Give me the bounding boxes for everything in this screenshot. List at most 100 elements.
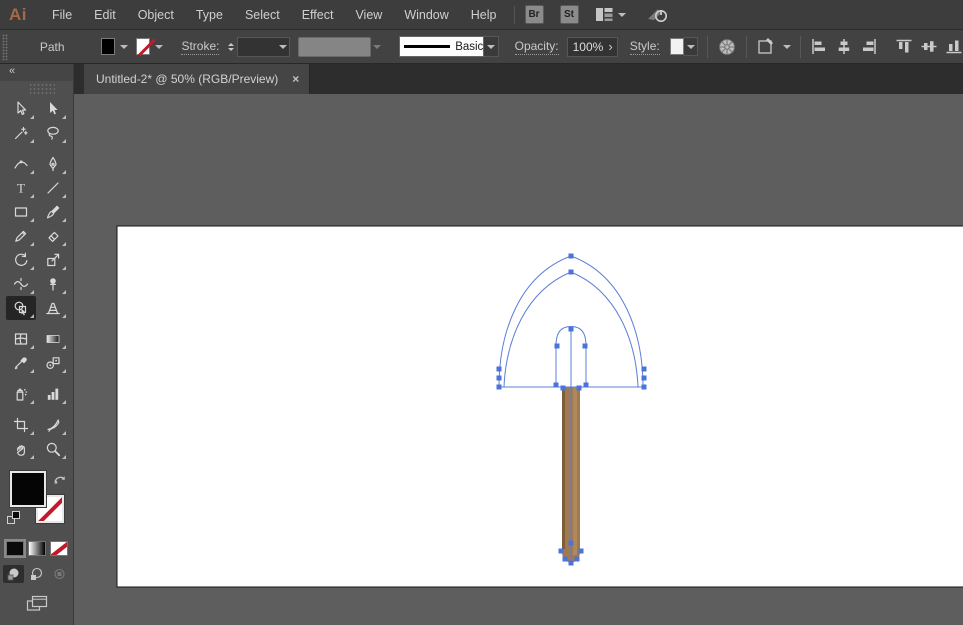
color-button[interactable] <box>3 539 26 558</box>
tool-selection[interactable] <box>6 97 36 121</box>
artboard[interactable] <box>116 225 963 588</box>
none-button[interactable] <box>49 541 68 556</box>
tool-paintbrush[interactable] <box>38 200 68 224</box>
horizontal-align-left-icon[interactable] <box>810 38 828 55</box>
tool-width[interactable] <box>6 272 36 296</box>
shape-properties-icon <box>758 37 774 54</box>
tool-symbol-sprayer[interactable] <box>6 382 36 406</box>
align-buttons <box>810 38 963 55</box>
rotate-tool-icon <box>14 252 27 266</box>
tool-mesh[interactable] <box>6 327 36 351</box>
vertical-align-bottom-icon[interactable] <box>945 38 963 55</box>
menu-select[interactable]: Select <box>234 0 291 30</box>
document-tab[interactable]: Untitled-2* @ 50% (RGB/Preview) × <box>84 64 311 94</box>
paintbrush-tool-icon <box>46 205 59 219</box>
style-label[interactable]: Style: <box>629 39 660 55</box>
document-tab-title: Untitled-2* @ 50% (RGB/Preview) <box>96 72 279 86</box>
tool-puppet-warp[interactable] <box>38 272 68 296</box>
stroke-color-swatch[interactable] <box>135 38 151 55</box>
shape-builder-tool-icon <box>14 301 26 316</box>
stroke-weight-combo[interactable] <box>237 36 290 57</box>
bridge-button[interactable]: Br <box>524 5 544 24</box>
tool-eraser[interactable] <box>38 224 68 248</box>
tool-rotate[interactable] <box>6 248 36 272</box>
style-dropdown-button[interactable] <box>684 37 699 56</box>
gradient-button[interactable] <box>27 541 46 556</box>
tool-eyedropper[interactable] <box>6 351 36 375</box>
menu-window[interactable]: Window <box>393 0 459 30</box>
brush-name: Basic <box>455 40 484 53</box>
rectangle-tool-icon <box>14 207 27 217</box>
tool-type[interactable]: T <box>6 176 36 200</box>
artboard-tool-icon <box>13 417 28 433</box>
stroke-weight-stepper[interactable] <box>228 40 235 54</box>
tool-artboard[interactable] <box>6 413 36 437</box>
fill-color-dropdown[interactable] <box>115 38 128 55</box>
tool-zoom[interactable] <box>38 437 68 461</box>
tool-shaper[interactable] <box>6 224 36 248</box>
tool-shape-builder[interactable] <box>5 296 36 320</box>
menu-help[interactable]: Help <box>460 0 508 30</box>
tab-close-button[interactable]: × <box>292 72 299 86</box>
curvature-tool-icon <box>13 160 28 169</box>
workspace-switcher[interactable] <box>595 7 626 22</box>
tool-gradient[interactable] <box>38 327 68 351</box>
fill-color-swatch[interactable] <box>100 38 115 55</box>
tool-scale[interactable] <box>38 248 68 272</box>
draw-inside-icon <box>54 568 65 580</box>
brush-definition-field[interactable]: Basic <box>399 36 485 57</box>
svg-text:T: T <box>17 181 25 196</box>
change-screen-mode-button[interactable] <box>26 595 73 617</box>
vertical-align-center-icon[interactable] <box>920 38 938 55</box>
tool-slice[interactable] <box>38 413 68 437</box>
opacity-label[interactable]: Opacity: <box>514 39 559 55</box>
style-swatch[interactable] <box>669 38 685 55</box>
tool-curvature[interactable] <box>6 152 36 176</box>
mesh-tool-icon <box>14 333 27 345</box>
tool-group-gap <box>6 375 68 382</box>
stroke-weight-label[interactable]: Stroke: <box>181 39 220 55</box>
tool-line-segment[interactable] <box>38 176 68 200</box>
draw-normal-button[interactable] <box>3 565 24 583</box>
opacity-slider-arrow[interactable]: › <box>608 39 616 54</box>
tool-lasso[interactable] <box>38 121 68 145</box>
magic-wand-tool-icon <box>14 126 28 140</box>
gradient-tool-icon <box>46 335 59 343</box>
tool-direct-selection[interactable] <box>38 97 68 121</box>
recolor-artwork-button[interactable] <box>717 37 737 57</box>
horizontal-align-right-icon[interactable] <box>860 38 878 55</box>
opacity-field[interactable]: 100% › <box>566 36 618 57</box>
menu-separator <box>513 5 515 24</box>
tools-panel-gripper[interactable] <box>30 83 55 95</box>
opacity-value: 100% <box>572 39 604 54</box>
draw-inside-button[interactable] <box>49 565 70 583</box>
tool-column-graph[interactable] <box>38 382 68 406</box>
brush-dropdown-button[interactable] <box>484 36 499 57</box>
menu-object[interactable]: Object <box>127 0 185 30</box>
gpu-performance[interactable] <box>646 6 670 24</box>
menu-edit[interactable]: Edit <box>83 0 127 30</box>
control-bar-gripper[interactable] <box>2 33 8 60</box>
menu-view[interactable]: View <box>344 0 393 30</box>
horizontal-align-center-icon[interactable] <box>835 38 853 55</box>
fill-proxy-black[interactable] <box>9 470 47 508</box>
menu-file[interactable]: File <box>41 0 83 30</box>
shape-properties-button[interactable] <box>756 37 792 57</box>
canvas-area[interactable] <box>74 94 963 625</box>
stock-button[interactable]: St <box>559 5 579 24</box>
vertical-align-top-icon[interactable] <box>895 38 913 55</box>
tool-rectangle[interactable] <box>6 200 36 224</box>
menu-effect[interactable]: Effect <box>291 0 345 30</box>
tool-magic-wand[interactable] <box>6 121 36 145</box>
chevron-down-icon <box>119 44 128 53</box>
menu-type[interactable]: Type <box>185 0 234 30</box>
default-fill-stroke-icon[interactable] <box>7 511 20 524</box>
tool-blend[interactable] <box>38 351 68 375</box>
tool-pen[interactable] <box>38 152 68 176</box>
tool-hand[interactable] <box>6 437 36 461</box>
draw-behind-button[interactable] <box>26 565 47 583</box>
swap-fill-stroke-icon[interactable] <box>52 473 68 487</box>
draw-normal-icon <box>7 568 19 581</box>
tool-perspective-grid[interactable] <box>38 296 68 320</box>
tools-panel-collapse[interactable]: « <box>0 64 73 81</box>
